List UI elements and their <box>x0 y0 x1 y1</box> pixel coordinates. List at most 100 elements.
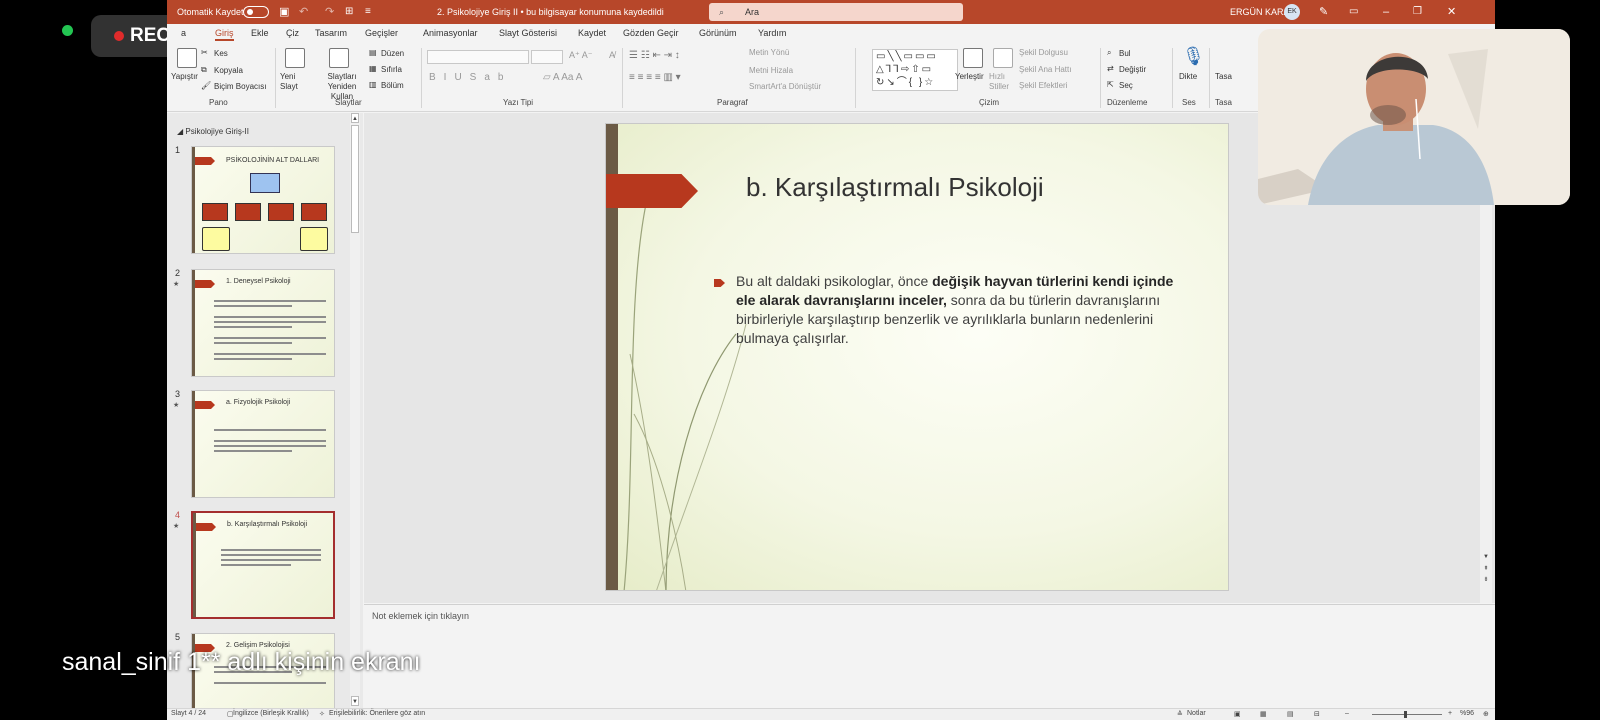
scroll-up-icon[interactable]: ▲ <box>351 113 359 123</box>
present-icon[interactable]: ⊞ <box>345 0 353 24</box>
scroll-down-icon[interactable]: ▼ <box>1482 553 1490 562</box>
find-button[interactable]: Bul <box>1119 49 1131 58</box>
section-icon[interactable]: ▥ <box>369 80 377 89</box>
slide-thumbnail-2[interactable]: 1. Deneysel Psikoloji <box>191 269 335 377</box>
cut-icon[interactable]: ✂ <box>201 48 208 57</box>
paste-icon[interactable] <box>177 48 197 68</box>
accessibility-icon[interactable]: ✧ <box>319 710 325 718</box>
notes-placeholder[interactable]: Not eklemek için tıklayın <box>372 611 469 621</box>
tab-ciz[interactable]: Çiz <box>286 28 299 38</box>
notes-button[interactable]: Notlar <box>1187 710 1206 717</box>
format-painter-button[interactable]: Biçim Boyacısı <box>214 82 266 91</box>
tab-ekle[interactable]: Ekle <box>251 28 269 38</box>
slide-body-text[interactable]: Bu alt daldaki psikologlar, önce değişik… <box>736 272 1186 348</box>
undo-icon[interactable]: ↶ <box>299 0 308 24</box>
font-style-icons[interactable]: BIUSab <box>429 72 511 83</box>
shape-outline-button[interactable]: Şekil Ana Hattı <box>1019 65 1071 74</box>
format-painter-icon[interactable]: 🖌 <box>201 81 211 90</box>
minimize-icon[interactable]: – <box>1383 0 1389 24</box>
slide-thumbnail-3[interactable]: a. Fizyolojik Psikoloji <box>191 390 335 498</box>
find-icon[interactable]: ⌕ <box>1107 48 1111 58</box>
reset-icon[interactable]: ▦ <box>369 64 377 73</box>
arrange-icon[interactable] <box>963 48 983 68</box>
slide-title[interactable]: b. Karşılaştırmalı Psikoloji <box>746 172 1044 203</box>
user-avatar[interactable]: EK <box>1284 4 1300 20</box>
tab-giris[interactable]: Giriş <box>215 28 234 41</box>
paste-button[interactable]: Yapıştır <box>171 72 198 81</box>
align-icons[interactable]: ≡ ≡ ≡ ≡ ▥ ▾ <box>629 72 681 83</box>
normal-view-icon[interactable]: ▣ <box>1234 710 1241 718</box>
layout-icon[interactable]: ▤ <box>369 48 377 57</box>
dictate-button[interactable]: Dikte <box>1179 72 1197 81</box>
language-indicator[interactable]: İngilizce (Birleşik Krallık) <box>233 710 309 717</box>
close-icon[interactable]: ✕ <box>1447 0 1456 24</box>
scrollbar-handle[interactable] <box>351 125 359 233</box>
new-slide-button[interactable]: Yeni Slayt <box>280 72 314 92</box>
tab-slayt-gosterisi[interactable]: Slayt Gösterisi <box>499 28 557 38</box>
zoom-level[interactable]: %96 <box>1460 710 1474 717</box>
section-header[interactable]: ◢ Psikolojiye Giriş-II <box>177 127 249 136</box>
user-name[interactable]: ERGÜN KARA <box>1230 0 1290 24</box>
new-slide-icon[interactable] <box>285 48 305 68</box>
document-title[interactable]: 2. Psikolojiye Giriş II • bu bilgisayar … <box>437 0 664 24</box>
quick-styles-button[interactable]: Hızlı Stiller <box>989 72 1017 92</box>
tab-dosya-partial[interactable]: a <box>181 28 186 38</box>
replace-icon[interactable]: ⇄ <box>1107 64 1114 73</box>
copy-icon[interactable]: ⧉ <box>201 65 207 75</box>
select-button[interactable]: Seç <box>1119 81 1133 90</box>
replace-button[interactable]: Değiştir <box>1119 65 1146 74</box>
tab-gozden-gecir[interactable]: Gözden Geçir <box>623 28 679 38</box>
accessibility-status[interactable]: Erişilebilirlik: Önerilere göz atın <box>329 710 425 717</box>
slide-thumbnail-4[interactable]: b. Karşılaştırmalı Psikoloji <box>191 511 335 619</box>
reset-button[interactable]: Sıfırla <box>381 65 402 74</box>
tab-animasyonlar[interactable]: Animasyonlar <box>423 28 478 38</box>
select-icon[interactable]: ⇱ <box>1107 80 1114 89</box>
zoom-out-icon[interactable]: – <box>1345 710 1349 717</box>
notes-icon[interactable]: ≙ <box>1177 710 1183 718</box>
smartart-button[interactable]: SmartArt'a Dönüştür <box>749 82 821 91</box>
pen-icon[interactable]: ✎ <box>1319 0 1328 24</box>
zoom-slider-handle[interactable] <box>1404 711 1407 718</box>
section-button[interactable]: Bölüm <box>381 81 404 90</box>
tab-kaydet[interactable]: Kaydet <box>578 28 606 38</box>
thumbnail-scrollbar[interactable]: ▲ ▼ <box>350 113 360 708</box>
tab-yardim[interactable]: Yardım <box>758 28 786 38</box>
slideshow-icon[interactable]: ⊟ <box>1314 710 1320 718</box>
copy-button[interactable]: Kopyala <box>214 66 243 75</box>
font-size-box[interactable] <box>531 50 563 64</box>
restore-icon[interactable]: ❐ <box>1413 0 1422 24</box>
save-icon[interactable]: ▣ <box>279 0 289 24</box>
font-color-icons[interactable]: ▱ A Aa A <box>543 72 582 83</box>
shapes-gallery[interactable]: ▭╲╲▭▭▭ △⅂⅂⇨⇧▭ ↻↘⌒{ }☆ <box>872 49 958 91</box>
next-slide-icon[interactable]: ⇟ <box>1482 576 1490 585</box>
align-text-button[interactable]: Metni Hizala <box>749 66 793 75</box>
slide-sorter-icon[interactable]: ▦ <box>1260 710 1267 718</box>
layout-button[interactable]: Düzen <box>381 49 404 58</box>
customize-qat-icon[interactable]: ≡ <box>365 0 371 24</box>
current-slide[interactable]: b. Karşılaştırmalı Psikoloji Bu alt dald… <box>605 123 1229 591</box>
redo-icon[interactable]: ↷ <box>325 0 334 24</box>
tab-gecisler[interactable]: Geçişler <box>365 28 398 38</box>
text-direction-button[interactable]: Metin Yönü <box>749 48 789 57</box>
shape-fill-button[interactable]: Şekil Dolgusu <box>1019 48 1068 57</box>
arrange-button[interactable]: Yerleştir <box>955 72 984 81</box>
reuse-slides-icon[interactable] <box>329 48 349 68</box>
shape-effects-button[interactable]: Şekil Efektleri <box>1019 81 1067 90</box>
notes-pane[interactable]: Not eklemek için tıklayın <box>364 604 1495 708</box>
autosave-toggle[interactable] <box>243 6 269 18</box>
scroll-down-icon[interactable]: ▼ <box>351 696 359 706</box>
tab-gorunum[interactable]: Görünüm <box>699 28 737 38</box>
zoom-in-icon[interactable]: + <box>1448 710 1452 717</box>
ribbon-display-icon[interactable]: ▭ <box>1349 0 1358 24</box>
quick-styles-icon[interactable] <box>993 48 1013 68</box>
list-icons[interactable]: ☰ ☷ ⇤ ⇥ ↕ <box>629 50 680 61</box>
zoom-slider[interactable] <box>1372 714 1442 715</box>
slide-thumbnail-1[interactable]: PSİKOLOJİNİN ALT DALLARI <box>191 146 335 254</box>
previous-slide-icon[interactable]: ⇞ <box>1482 565 1490 574</box>
grow-font-icon[interactable]: A⁺ A⁻ <box>569 50 593 61</box>
microphone-icon[interactable]: 🎙 <box>1182 46 1205 67</box>
font-name-box[interactable] <box>427 50 529 64</box>
clear-format-icon[interactable]: A̸ <box>609 50 615 60</box>
designer-button[interactable]: Tasa <box>1215 72 1232 81</box>
fit-slide-icon[interactable]: ⊕ <box>1483 710 1489 718</box>
